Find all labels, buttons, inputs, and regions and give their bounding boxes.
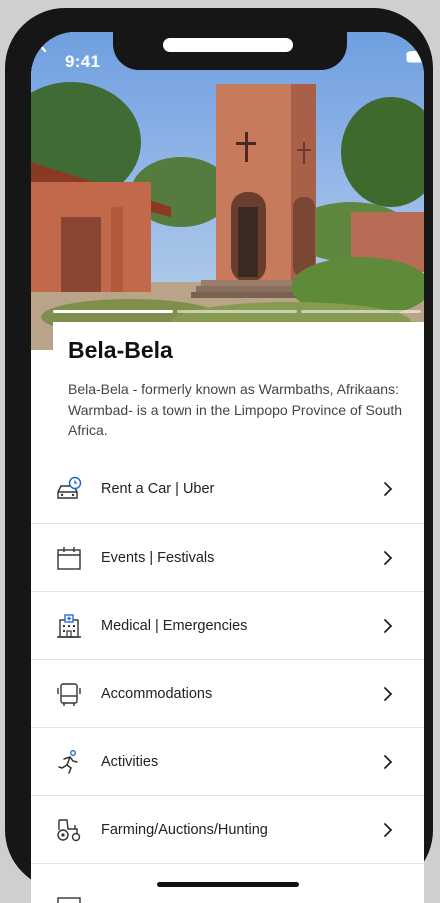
chevron-right-icon bbox=[382, 754, 394, 770]
menu-item-label: Activities bbox=[101, 754, 158, 770]
phone-frame: 9:41 bbox=[5, 8, 433, 890]
menu-item-activities[interactable]: Activities bbox=[31, 727, 424, 795]
speaker-grille bbox=[163, 38, 293, 52]
battery-icon bbox=[406, 51, 424, 63]
app-screen: 9:41 bbox=[31, 32, 424, 903]
menu-item-label: Farming/Auctions/Hunting bbox=[101, 822, 268, 838]
carousel-dot-3[interactable] bbox=[301, 310, 421, 313]
menu-item-accommodations[interactable]: Accommodations bbox=[31, 659, 424, 727]
place-description: Bela-Bela - formerly known as Warmbaths,… bbox=[68, 379, 408, 441]
carousel-dot-1[interactable] bbox=[53, 310, 173, 313]
chevron-right-icon bbox=[382, 686, 394, 702]
back-arrow-icon[interactable] bbox=[31, 32, 55, 56]
menu-item-events[interactable]: Events | Festivals bbox=[31, 523, 424, 591]
car-clock-icon bbox=[55, 475, 83, 503]
chevron-right-icon bbox=[382, 822, 394, 838]
carousel-dot-2[interactable] bbox=[177, 310, 297, 313]
menu-item-label: Medical | Emergencies bbox=[101, 618, 247, 634]
category-menu: Rent a Car | Uber Events | Festivals bbox=[31, 455, 424, 903]
chevron-right-icon bbox=[382, 550, 394, 566]
device-notch bbox=[113, 32, 347, 70]
menu-item-label: Events | Festivals bbox=[101, 550, 214, 566]
home-indicator bbox=[157, 882, 299, 887]
hospital-icon bbox=[55, 612, 83, 640]
bed-icon bbox=[55, 680, 83, 708]
tractor-icon bbox=[55, 816, 83, 844]
chevron-right-icon bbox=[382, 618, 394, 634]
carousel-indicator bbox=[53, 310, 421, 314]
menu-item-label: Rent a Car | Uber bbox=[101, 481, 214, 497]
menu-item-label: Accommodations bbox=[101, 686, 212, 702]
church-photo bbox=[31, 32, 424, 350]
runner-icon bbox=[55, 748, 83, 776]
chevron-right-icon bbox=[382, 481, 394, 497]
page-title: Bela-Bela bbox=[68, 337, 173, 364]
calendar-icon bbox=[55, 544, 83, 572]
hero-image: 9:41 bbox=[31, 32, 424, 350]
status-time: 9:41 bbox=[65, 52, 100, 72]
menu-item-rent-car[interactable]: Rent a Car | Uber bbox=[31, 455, 424, 523]
partial-menu-icon bbox=[55, 884, 83, 903]
menu-item-farming[interactable]: Farming/Auctions/Hunting bbox=[31, 795, 424, 863]
menu-item-medical[interactable]: Medical | Emergencies bbox=[31, 591, 424, 659]
